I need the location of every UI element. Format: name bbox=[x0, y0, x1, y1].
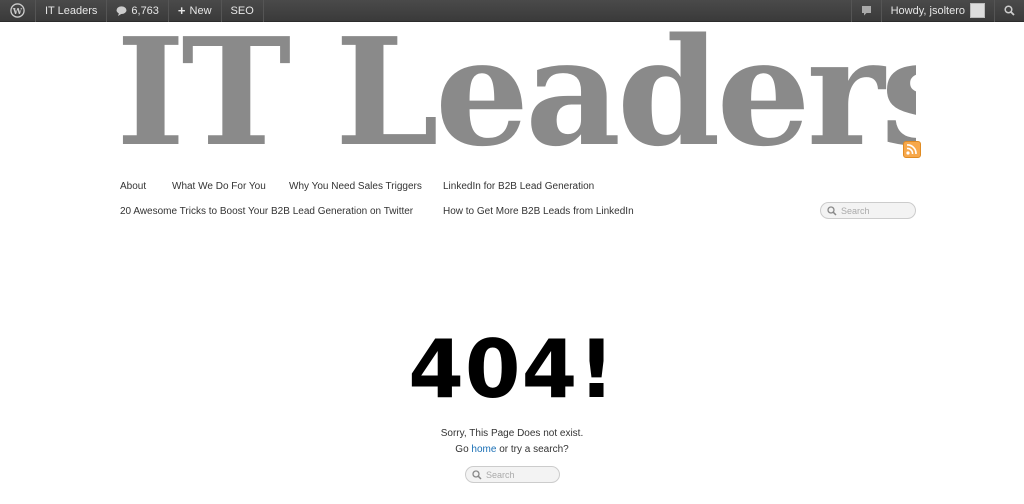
new-content-button[interactable]: + New bbox=[169, 0, 222, 22]
nav-item-sales-triggers[interactable]: Why You Need Sales Triggers bbox=[289, 181, 422, 192]
greeting-label: Howdy, jsoltero bbox=[890, 4, 965, 17]
nav-item-linkedin-leads[interactable]: How to Get More B2B Leads from LinkedIn bbox=[443, 206, 634, 217]
search-icon bbox=[827, 205, 837, 216]
error-search-placeholder: Search bbox=[486, 469, 515, 480]
wordpress-logo-button[interactable]: W bbox=[0, 0, 36, 22]
comment-bubble-icon bbox=[116, 5, 127, 16]
svg-text:W: W bbox=[12, 6, 23, 16]
admin-search-button[interactable] bbox=[994, 0, 1024, 22]
comments-count: 6,763 bbox=[131, 4, 159, 17]
suggestion-suffix: or try a search? bbox=[499, 444, 569, 455]
nav-item-linkedin-b2b[interactable]: LinkedIn for B2B Lead Generation bbox=[443, 181, 594, 192]
new-label: New bbox=[189, 4, 212, 17]
header-search-input[interactable]: Search bbox=[820, 202, 916, 219]
site-name-label: IT Leaders bbox=[45, 4, 98, 17]
plus-icon: + bbox=[177, 3, 186, 18]
go-text: Go bbox=[455, 444, 469, 455]
search-icon bbox=[472, 469, 482, 480]
comments-link[interactable]: 6,763 bbox=[107, 0, 169, 22]
admin-bar: W IT Leaders 6,763 + New SEO Howdy, jsol… bbox=[0, 0, 1024, 22]
my-account-menu[interactable]: Howdy, jsoltero bbox=[880, 0, 994, 22]
nav-item-about[interactable]: About bbox=[120, 181, 146, 192]
seo-label: SEO bbox=[230, 4, 254, 17]
error-suggestion: Go home or try a search? bbox=[0, 444, 1024, 455]
rss-feed-button[interactable] bbox=[903, 141, 921, 158]
error-search-input[interactable]: Search bbox=[465, 466, 560, 483]
site-name-link[interactable]: IT Leaders bbox=[36, 0, 108, 22]
error-code: 404! bbox=[408, 323, 616, 416]
nav-item-what-we-do[interactable]: What We Do For You bbox=[172, 181, 266, 192]
rss-icon bbox=[906, 144, 917, 155]
search-icon bbox=[1004, 5, 1015, 16]
site-title[interactable]: IT Leaders bbox=[116, 22, 916, 162]
seo-menu[interactable]: SEO bbox=[222, 0, 264, 22]
wordpress-icon: W bbox=[10, 3, 25, 18]
speech-box-icon bbox=[861, 6, 871, 16]
notification-button[interactable] bbox=[850, 0, 881, 22]
header-search-placeholder: Search bbox=[841, 205, 870, 216]
error-message: Sorry, This Page Does not exist. bbox=[440, 428, 584, 439]
nav-item-twitter-tricks[interactable]: 20 Awesome Tricks to Boost Your B2B Lead… bbox=[120, 206, 413, 217]
avatar bbox=[970, 3, 985, 18]
home-link[interactable]: home bbox=[471, 444, 496, 455]
